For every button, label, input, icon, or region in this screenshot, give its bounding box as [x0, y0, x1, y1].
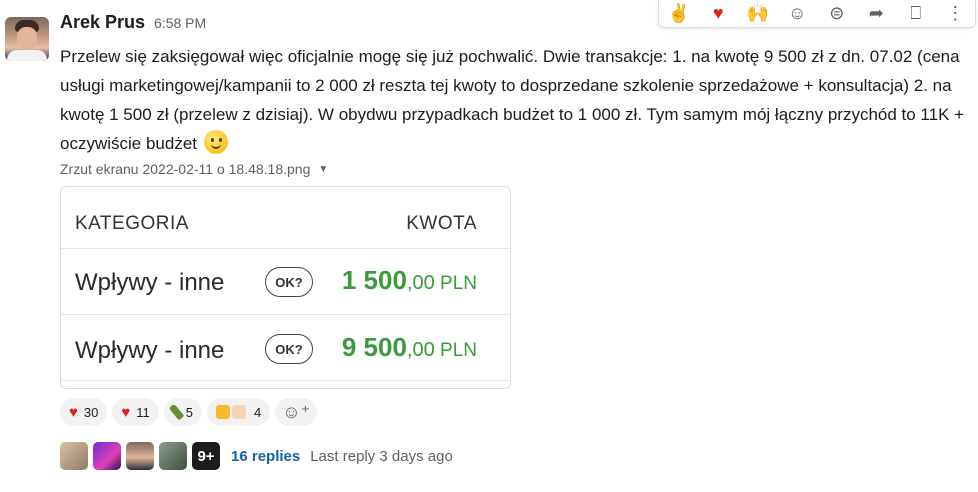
replies-link[interactable]: 16 replies	[231, 448, 300, 465]
heart-icon[interactable]: ♥	[704, 0, 732, 27]
reaction-count: 11	[136, 404, 150, 420]
reaction-thumbs-up[interactable]: 4	[207, 398, 271, 426]
column-header-amount: KWOTA	[406, 213, 477, 234]
message: Arek Prus 6:58 PM Przelew się zaksięgowa…	[0, 0, 978, 492]
bookmark-icon[interactable]: ⎕	[902, 0, 930, 27]
add-reaction-button[interactable]: ☺⁺	[275, 398, 318, 426]
divider	[61, 314, 510, 315]
last-reply-time: Last reply 3 days ago	[310, 447, 453, 465]
more-actions-icon[interactable]: ⋮	[941, 0, 969, 27]
reply-avatar	[159, 442, 187, 470]
column-header-category: KATEGORIA	[75, 213, 189, 234]
attachment-name[interactable]: Zrzut ekranu 2022-02-11 o 18.48.18.png ▼	[60, 161, 328, 177]
row-category: Wpływy - inne	[75, 337, 225, 364]
message-actions-toolbar: ✌ ♥ 🙌 ☺ ⊜ ➦ ⎕ ⋮	[658, 0, 976, 28]
reaction-champagne[interactable]: 5	[163, 398, 203, 426]
thread-summary[interactable]: 9+ 16 replies Last reply 3 days ago	[60, 442, 453, 470]
reply-avatar	[126, 442, 154, 470]
smile-emoji-icon	[203, 130, 228, 154]
amount-decimal: ,00	[406, 339, 435, 361]
victory-hand-icon[interactable]: ✌	[665, 0, 693, 27]
reply-avatar	[60, 442, 88, 470]
reply-in-thread-icon[interactable]: ⊜	[823, 0, 851, 27]
row-category: Wpływy - inne	[75, 269, 225, 296]
share-icon[interactable]: ➦	[862, 0, 890, 27]
divider	[61, 248, 510, 249]
heart-icon: ♥	[121, 403, 131, 421]
ok-badge: OK?	[265, 334, 313, 364]
attachment-image[interactable]: KATEGORIA KWOTA Wpływy - inne OK? 1 500,…	[60, 186, 511, 389]
more-repliers-badge: 9+	[192, 442, 220, 470]
add-reaction-icon[interactable]: ☺	[783, 0, 811, 27]
author-name[interactable]: Arek Prus	[60, 12, 145, 33]
message-time[interactable]: 6:58 PM	[154, 15, 206, 31]
attachment-filename[interactable]: Zrzut ekranu 2022-02-11 o 18.48.18.png	[60, 161, 310, 177]
reaction-heart-2[interactable]: ♥ 11	[112, 398, 159, 426]
row-amount: 9 500,00 PLN	[342, 332, 477, 363]
message-body: Przelew się zaksięgował więc oficjalnie …	[60, 42, 975, 158]
ok-badge: OK?	[265, 267, 313, 297]
amount-decimal: ,00	[406, 272, 435, 294]
reaction-count: 4	[254, 404, 262, 420]
add-reaction-icon: ☺⁺	[282, 401, 311, 422]
caret-down-icon[interactable]: ▼	[318, 164, 328, 175]
heart-icon: ♥	[69, 403, 78, 421]
row-amount: 1 500,00 PLN	[342, 265, 477, 296]
amount-currency: PLN	[434, 340, 477, 361]
author-avatar[interactable]	[5, 17, 49, 61]
raised-hands-icon[interactable]: 🙌	[744, 0, 772, 27]
reaction-count: 30	[83, 404, 99, 420]
champagne-icon	[168, 403, 185, 421]
amount-integer: 9 500	[341, 332, 407, 362]
amount-currency: PLN	[434, 273, 477, 294]
reaction-heart[interactable]: ♥ 30	[60, 398, 108, 426]
amount-integer: 1 500	[341, 265, 407, 295]
message-text: Przelew się zaksięgował więc oficjalnie …	[60, 47, 965, 153]
divider	[61, 380, 510, 381]
reactions-bar: ♥ 30 ♥ 11 5 4 ☺⁺	[60, 398, 318, 426]
reply-avatar	[93, 442, 121, 470]
reaction-count: 5	[185, 404, 194, 420]
thumbs-up-icon	[216, 405, 248, 419]
message-header: Arek Prus 6:58 PM	[60, 12, 206, 36]
